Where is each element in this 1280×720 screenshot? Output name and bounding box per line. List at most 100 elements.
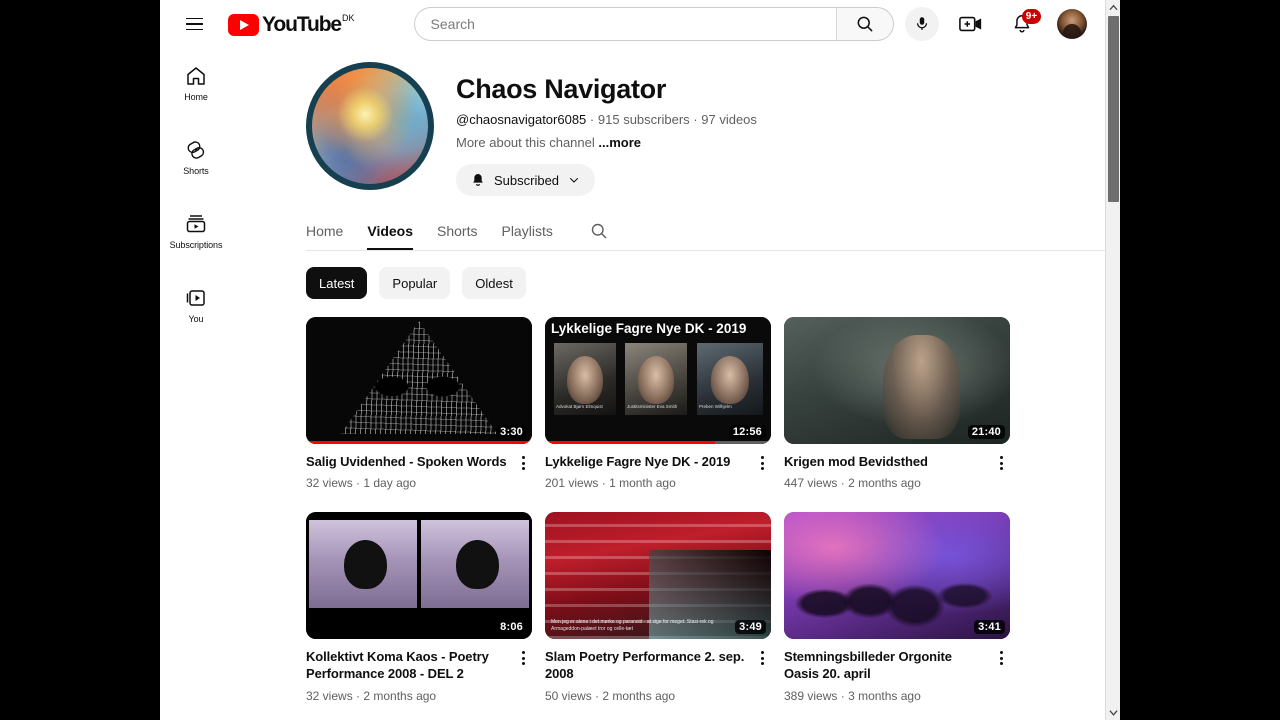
chevron-down-icon	[1109, 710, 1118, 716]
search-input[interactable]	[430, 16, 836, 32]
separator: ·	[693, 112, 698, 128]
tab-videos[interactable]: Videos	[367, 212, 413, 251]
watch-progress	[306, 441, 532, 445]
video-thumbnail[interactable]: Advokat Bjørn Elmquist Justitsminister E…	[545, 317, 771, 445]
create-video-button[interactable]	[955, 8, 987, 40]
sidebar-item-shorts[interactable]: Shorts	[164, 128, 228, 186]
create-video-icon	[959, 16, 982, 32]
youtube-play-icon	[228, 13, 259, 36]
masthead: YouTube DK Search 9+	[160, 0, 1105, 48]
video-age: 1 month ago	[609, 476, 676, 491]
more-link[interactable]: ...more	[598, 135, 641, 150]
chevron-up-icon	[1109, 4, 1118, 11]
tab-home[interactable]: Home	[306, 212, 343, 250]
search-box[interactable]	[413, 7, 836, 41]
video-meta: 447 views · 2 months ago	[784, 476, 986, 490]
channel-search-button[interactable]	[589, 221, 609, 241]
video-duration: 12:56	[728, 425, 766, 440]
hamburger-icon[interactable]	[174, 4, 214, 44]
watch-progress	[545, 441, 771, 445]
tab-playlists[interactable]: Playlists	[501, 212, 552, 250]
video-thumbnail[interactable]: 21:40	[784, 317, 1010, 445]
tab-shorts[interactable]: Shorts	[437, 212, 477, 250]
sidebar-item-label: Subscriptions	[169, 240, 223, 250]
kebab-menu-icon[interactable]	[753, 453, 771, 490]
video-title[interactable]: Slam Poetry Performance 2. sep. 2008	[545, 648, 747, 682]
video-views: 32 views	[306, 688, 353, 703]
video-card[interactable]: 21:40 Krigen mod Bevidsthed 447 views · …	[784, 317, 1010, 490]
channel-name: Chaos Navigator	[456, 74, 667, 104]
youtube-logo[interactable]: YouTube DK	[228, 12, 355, 37]
sidebar-item-you[interactable]: You	[164, 276, 228, 334]
notifications-button[interactable]: 9+	[1006, 8, 1041, 40]
search-icon	[857, 16, 872, 32]
kebab-menu-icon[interactable]	[514, 648, 532, 702]
video-title[interactable]: Lykkelige Fagre Nye DK - 2019	[545, 453, 747, 470]
subscribed-label: Subscribed	[494, 172, 560, 188]
video-views: 201 views	[545, 476, 599, 491]
video-title[interactable]: Kollektivt Koma Kaos - Poetry Performanc…	[306, 648, 508, 682]
video-title[interactable]: Salig Uvidenhed - Spoken Words	[306, 453, 508, 470]
mini-sidebar: Home Shorts Subscriptions You	[160, 48, 232, 720]
kebab-menu-icon[interactable]	[992, 453, 1010, 490]
scroll-down-button[interactable]	[1106, 705, 1120, 720]
vertical-scrollbar[interactable]	[1105, 0, 1120, 720]
chip-popular[interactable]: Popular	[379, 267, 451, 300]
chip-latest[interactable]: Latest	[306, 267, 368, 300]
channel-stats: @chaosnavigator6085 · 915 subscribers · …	[456, 112, 757, 127]
video-duration: 21:40	[967, 425, 1005, 440]
subscriber-count: 915 subscribers	[597, 112, 690, 128]
video-card[interactable]: 3:41 Stemningsbilleder Orgonite Oasis 20…	[784, 512, 1010, 703]
video-thumbnail[interactable]: 3:41	[784, 512, 1010, 640]
separator: ·	[601, 476, 606, 491]
voice-search-button[interactable]	[904, 7, 939, 41]
browser-viewport: YouTube DK Search 9+ Home Shorts Subscri…	[160, 0, 1120, 720]
separator: ·	[356, 476, 361, 491]
video-duration: 8:06	[496, 620, 527, 635]
separator: ·	[840, 688, 845, 703]
sidebar-item-home[interactable]: Home	[164, 54, 228, 112]
video-card[interactable]: Advokat Bjørn Elmquist Justitsminister E…	[545, 317, 771, 490]
thumbnail-caption: Justitsminister Eva Smith	[627, 404, 678, 410]
sidebar-item-subscriptions[interactable]: Subscriptions	[164, 202, 228, 260]
video-views: 447 views	[784, 476, 838, 491]
video-card[interactable]: Men jeg er alene i det mørke og paranoid…	[545, 512, 771, 703]
avatar[interactable]	[1057, 9, 1087, 39]
channel-meta: Chaos Navigator @chaosnavigator6085 · 91…	[456, 62, 757, 197]
video-title[interactable]: Krigen mod Bevidsthed	[784, 453, 986, 470]
video-age: 2 months ago	[848, 476, 921, 491]
video-views: 389 views	[784, 688, 838, 703]
kebab-menu-icon[interactable]	[514, 453, 532, 490]
video-meta: 32 views · 2 months ago	[306, 689, 508, 703]
video-age: 1 day ago	[363, 476, 417, 491]
masthead-actions: 9+	[955, 0, 1087, 48]
channel-tabs: Home Videos Shorts Playlists	[232, 212, 1105, 251]
video-meta: 50 views · 2 months ago	[545, 689, 747, 703]
video-thumbnail[interactable]: Men jeg er alene i det mørke og paranoid…	[545, 512, 771, 640]
scrollbar-thumb[interactable]	[1108, 16, 1119, 202]
video-duration: 3:49	[735, 620, 766, 635]
video-grid: 3:30 Salig Uvidenhed - Spoken Words 32 v…	[232, 299, 1105, 703]
scroll-up-button[interactable]	[1106, 0, 1120, 15]
chip-oldest[interactable]: Oldest	[462, 267, 526, 300]
sort-chips: Latest Popular Oldest	[232, 251, 1105, 300]
video-card[interactable]: 3:30 Salig Uvidenhed - Spoken Words 32 v…	[306, 317, 532, 490]
video-thumbnail[interactable]: 3:30	[306, 317, 532, 445]
main-content: Chaos Navigator @chaosnavigator6085 · 91…	[232, 48, 1120, 720]
notifications-badge: 9+	[1022, 9, 1041, 24]
video-views: 50 views	[545, 688, 592, 703]
search-icon	[591, 223, 607, 239]
thumbnail-caption: Preben Wilhjelm	[699, 404, 732, 410]
separator: ·	[595, 688, 600, 703]
subscriptions-icon	[186, 215, 206, 233]
kebab-menu-icon[interactable]	[753, 648, 771, 702]
channel-avatar[interactable]	[306, 62, 434, 190]
search-button[interactable]	[835, 7, 894, 41]
subscribed-button[interactable]: Subscribed	[456, 164, 596, 197]
channel-description[interactable]: More about this channel ...more	[456, 135, 757, 150]
video-card[interactable]: 8:06 Kollektivt Koma Kaos - Poetry Perfo…	[306, 512, 532, 703]
video-thumbnail[interactable]: 8:06	[306, 512, 532, 640]
kebab-menu-icon[interactable]	[992, 648, 1010, 702]
video-meta: 389 views · 3 months ago	[784, 689, 986, 703]
video-title[interactable]: Stemningsbilleder Orgonite Oasis 20. apr…	[784, 648, 986, 682]
